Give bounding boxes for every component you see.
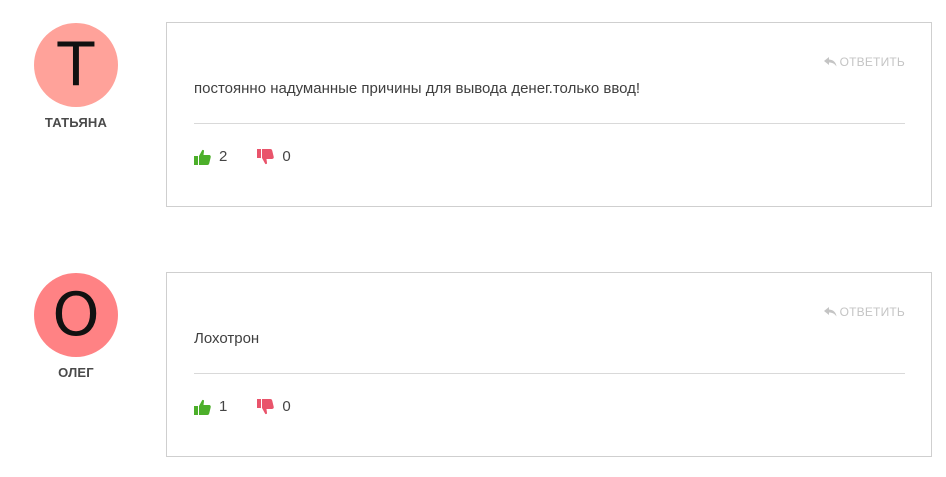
reply-arrow-icon bbox=[823, 57, 837, 67]
avatar: Т bbox=[34, 23, 118, 107]
reply-label: ОТВЕТИТЬ bbox=[839, 305, 905, 319]
comment-text: постоянно надуманные причины для вывода … bbox=[194, 80, 641, 97]
comment-text: Лохотрон bbox=[194, 330, 260, 347]
comment: О ОЛЕГ ОТВЕТИТЬ Лохотрон 1 0 bbox=[0, 272, 946, 460]
dislike-count: 0 bbox=[282, 398, 291, 415]
reply-label: ОТВЕТИТЬ bbox=[839, 55, 905, 69]
like-button[interactable]: 1 bbox=[194, 398, 227, 415]
thumbs-down-icon bbox=[257, 148, 275, 165]
avatar-letter: О bbox=[52, 280, 100, 350]
like-count: 1 bbox=[219, 398, 228, 415]
avatar: О bbox=[34, 273, 118, 357]
divider bbox=[194, 123, 905, 124]
dislike-button[interactable]: 0 bbox=[257, 398, 291, 415]
like-button[interactable]: 2 bbox=[194, 148, 227, 165]
comment-card: ОТВЕТИТЬ Лохотрон 1 0 bbox=[166, 272, 932, 457]
thumbs-down-icon bbox=[257, 398, 275, 415]
like-count: 2 bbox=[219, 148, 228, 165]
dislike-count: 0 bbox=[282, 148, 291, 165]
vote-bar: 1 0 bbox=[194, 398, 291, 415]
comment-card: ОТВЕТИТЬ постоянно надуманные причины дл… bbox=[166, 22, 932, 207]
reply-button[interactable]: ОТВЕТИТЬ bbox=[823, 55, 905, 69]
reply-arrow-icon bbox=[823, 307, 837, 317]
comment: Т ТАТЬЯНА ОТВЕТИТЬ постоянно надуманные … bbox=[0, 22, 946, 210]
dislike-button[interactable]: 0 bbox=[257, 148, 291, 165]
author-name: ТАТЬЯНА bbox=[44, 115, 108, 130]
author-name: ОЛЕГ bbox=[58, 365, 94, 380]
avatar-letter: Т bbox=[57, 30, 95, 100]
vote-bar: 2 0 bbox=[194, 148, 291, 165]
thumbs-up-icon bbox=[194, 399, 211, 415]
reply-button[interactable]: ОТВЕТИТЬ bbox=[823, 305, 905, 319]
divider bbox=[194, 373, 905, 374]
thumbs-up-icon bbox=[194, 149, 211, 165]
